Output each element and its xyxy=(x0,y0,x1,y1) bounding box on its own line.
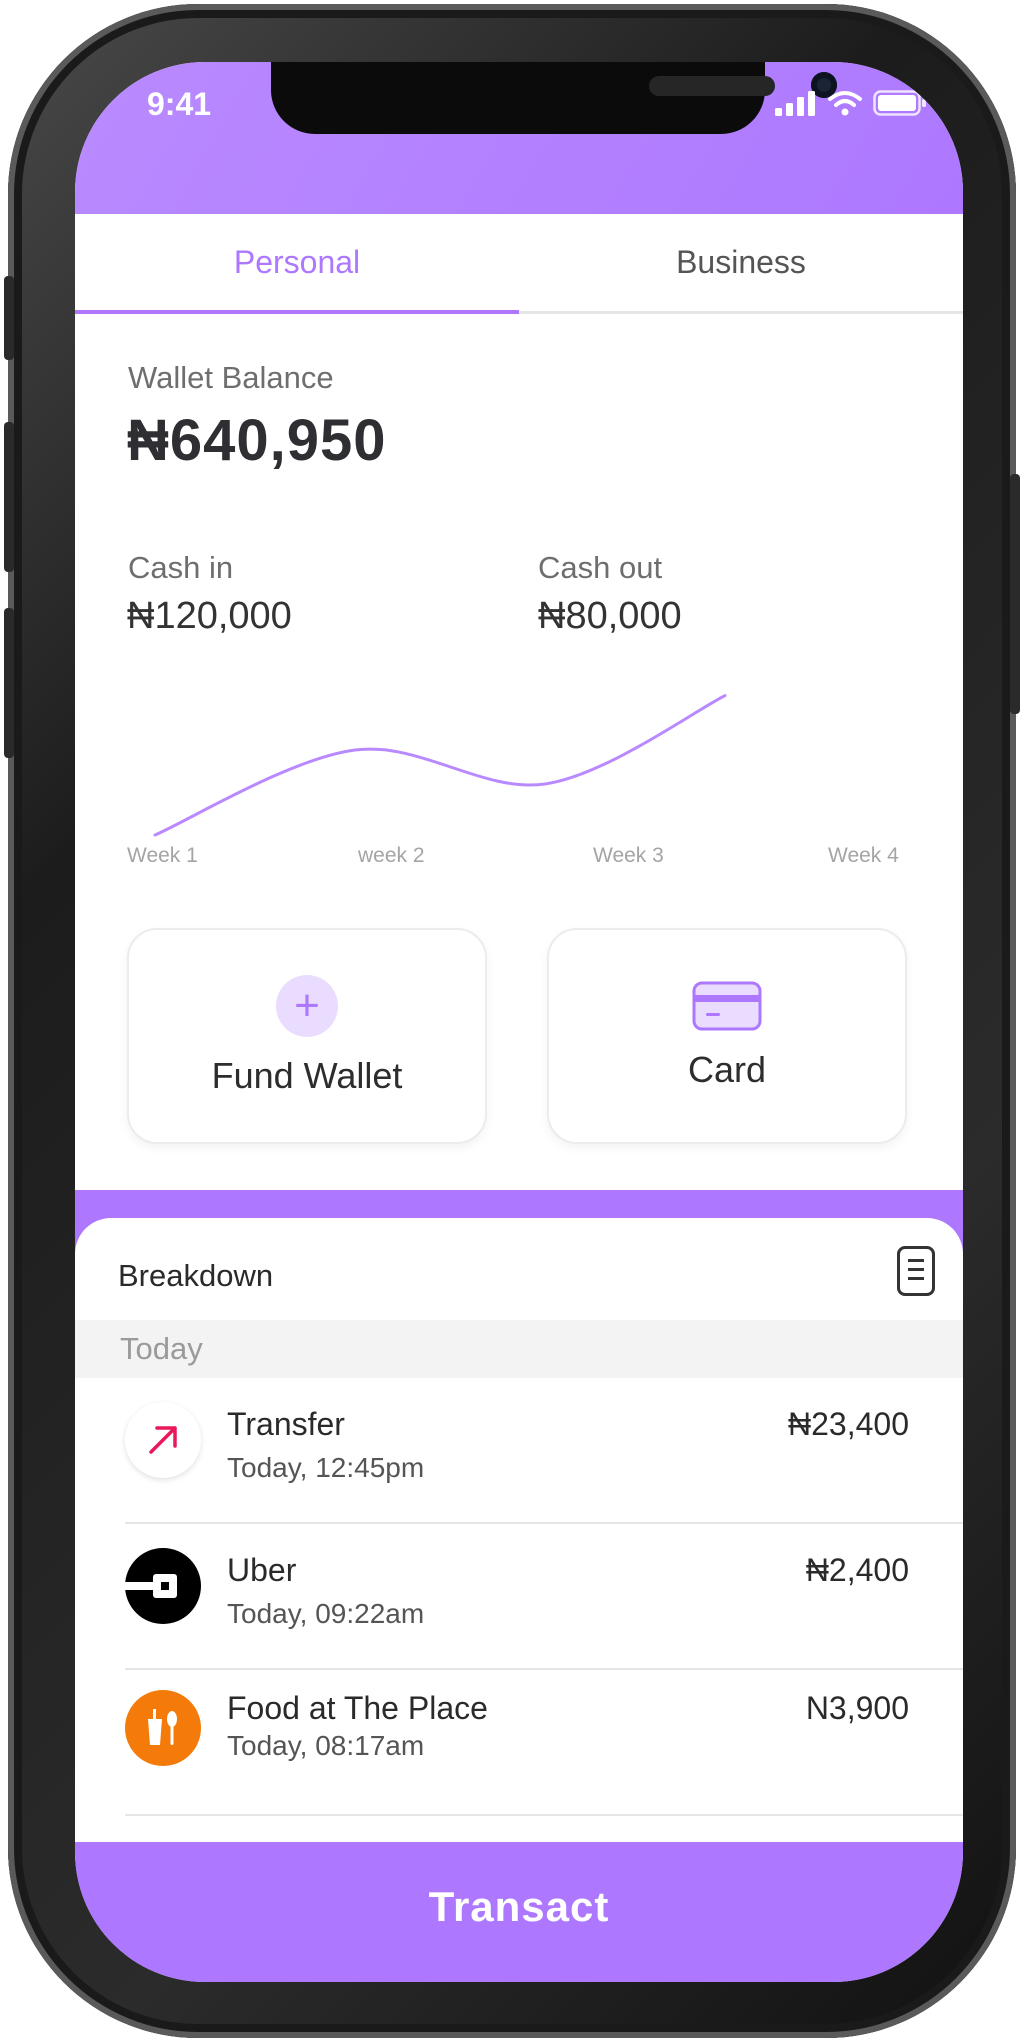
transaction-name: Uber xyxy=(227,1552,297,1588)
transaction-row[interactable]: Uber Today, 09:22am ₦2,400 xyxy=(75,1524,963,1670)
transaction-amount: N3,900 xyxy=(805,1690,909,1726)
cash-in-value: ₦120,000 xyxy=(127,595,292,637)
fund-wallet-label: Fund Wallet xyxy=(211,1055,403,1096)
transaction-amount: ₦23,400 xyxy=(788,1406,909,1442)
arrow-up-right-icon xyxy=(125,1402,201,1478)
x-tick-label: week 2 xyxy=(358,844,425,867)
status-time: 9:41 xyxy=(147,86,212,122)
wallet-balance-label: Wallet Balance xyxy=(128,360,334,395)
app-screen: 9:41 Personal Business Wallet Balance ₦6… xyxy=(75,62,963,1982)
plus-icon: + xyxy=(276,975,338,1037)
transaction-time: Today, 12:45pm xyxy=(227,1452,425,1483)
fund-wallet-button[interactable]: + Fund Wallet xyxy=(127,928,487,1144)
power-button xyxy=(1010,474,1020,714)
x-tick-label: Week 1 xyxy=(127,844,198,867)
cash-out-value: ₦80,000 xyxy=(538,595,682,637)
card-icon xyxy=(692,981,762,1031)
transact-button[interactable]: Transact xyxy=(75,1842,963,1982)
row-divider xyxy=(125,1814,963,1816)
status-icons xyxy=(775,90,927,116)
uber-icon xyxy=(125,1548,201,1624)
transaction-name: Food at The Place xyxy=(227,1690,488,1726)
phone-frame: 9:41 Personal Business Wallet Balance ₦6… xyxy=(4,4,1020,2038)
battery-icon xyxy=(873,90,926,116)
section-header-today: Today xyxy=(75,1320,963,1378)
breakdown-title: Breakdown xyxy=(118,1258,274,1293)
document-icon[interactable] xyxy=(897,1246,935,1296)
cash-out-label: Cash out xyxy=(538,550,663,585)
speaker-grille xyxy=(649,76,775,96)
transaction-row[interactable]: Transfer Today, 12:45pm ₦23,400 xyxy=(75,1378,963,1524)
wallet-balance-value: ₦640,950 xyxy=(127,408,387,473)
volume-up-button xyxy=(4,422,14,572)
cash-in-label: Cash in xyxy=(128,550,234,585)
wifi-icon xyxy=(828,91,862,116)
transaction-time: Today, 08:17am xyxy=(227,1730,425,1761)
account-tabs: Personal Business xyxy=(75,214,963,314)
x-tick-label: Week 4 xyxy=(828,844,899,867)
x-tick-label: Week 3 xyxy=(593,844,664,867)
notch xyxy=(271,62,837,134)
volume-down-button xyxy=(4,608,14,758)
food-icon xyxy=(125,1690,201,1766)
tab-personal[interactable]: Personal xyxy=(75,214,519,314)
transaction-time: Today, 09:22am xyxy=(227,1598,425,1629)
transaction-row[interactable]: Food at The Place Today, 08:17am N3,900 xyxy=(75,1670,963,1816)
card-button[interactable]: Card xyxy=(547,928,907,1144)
transaction-name: Transfer xyxy=(227,1406,345,1442)
signal-icon xyxy=(775,91,815,116)
mute-switch xyxy=(4,276,14,360)
transaction-amount: ₦2,400 xyxy=(805,1552,909,1588)
weekly-line-chart xyxy=(153,694,727,837)
series-line xyxy=(153,694,727,837)
card-label: Card xyxy=(687,1049,767,1090)
tab-business[interactable]: Business xyxy=(519,214,963,311)
